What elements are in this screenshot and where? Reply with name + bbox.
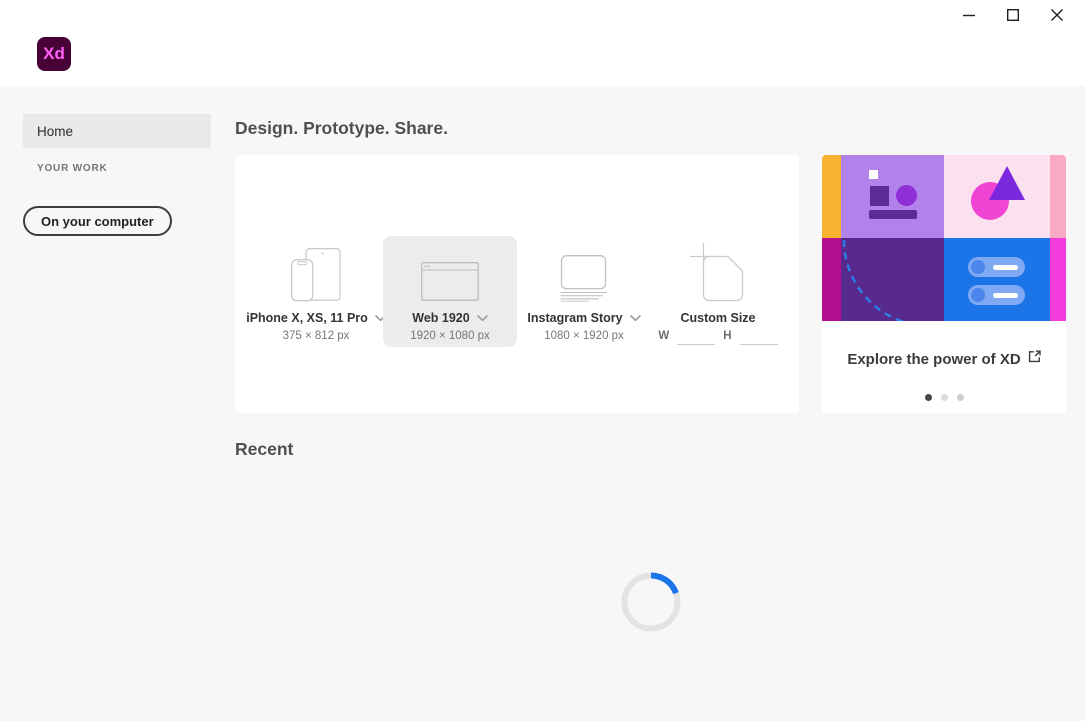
toggle-dash bbox=[993, 292, 1018, 298]
close-button[interactable] bbox=[1035, 0, 1079, 30]
height-input[interactable] bbox=[739, 329, 778, 345]
artwork-toggle-1 bbox=[968, 257, 1025, 277]
on-your-computer-button[interactable]: On your computer bbox=[23, 206, 172, 236]
window-controls bbox=[947, 0, 1079, 30]
browser-window-icon bbox=[383, 236, 517, 302]
adobe-xd-logo-text: Xd bbox=[43, 44, 65, 63]
recent-section-title: Recent bbox=[235, 439, 294, 459]
explore-xd-label: Explore the power of XD bbox=[847, 350, 1021, 368]
toggle-dash bbox=[993, 264, 1018, 270]
artwork-toggle-2 bbox=[968, 285, 1025, 305]
adobe-xd-logo: Xd bbox=[37, 37, 71, 71]
promo-artwork bbox=[822, 155, 1066, 321]
external-link-icon bbox=[1028, 350, 1041, 368]
template-iphone[interactable]: iPhone X, XS, 11 Pro 375 × 812 px bbox=[246, 236, 386, 347]
template-custom-label: Custom Size bbox=[680, 311, 756, 325]
on-your-computer-label: On your computer bbox=[41, 213, 154, 229]
width-label: W bbox=[658, 330, 670, 342]
template-web-1920[interactable]: Web 1920 1920 × 1080 px bbox=[383, 236, 517, 347]
template-instagram-story[interactable]: Instagram Story 1080 × 1920 px bbox=[517, 236, 651, 347]
sidebar-section-your-work: YOUR WORK bbox=[37, 163, 108, 174]
close-icon bbox=[1050, 8, 1064, 22]
template-iphone-label: iPhone X, XS, 11 Pro bbox=[246, 311, 368, 325]
template-instagram-label: Instagram Story bbox=[527, 311, 623, 325]
new-document-panel: iPhone X, XS, 11 Pro 375 × 812 px Web 19… bbox=[235, 155, 799, 413]
width-input[interactable] bbox=[677, 329, 716, 345]
maximize-icon bbox=[1006, 8, 1020, 22]
carousel-dot[interactable] bbox=[940, 394, 948, 401]
recent-loading-spinner bbox=[621, 572, 681, 632]
phone-tablet-icon bbox=[249, 236, 383, 302]
page-title: Design. Prototype. Share. bbox=[235, 118, 448, 138]
template-custom-size[interactable]: Custom Size W H bbox=[651, 236, 785, 347]
story-screen-icon bbox=[517, 236, 651, 302]
sidebar-home-label: Home bbox=[37, 123, 74, 139]
template-web-label: Web 1920 bbox=[412, 311, 470, 325]
toggle-knob bbox=[971, 288, 985, 302]
carousel-dot[interactable] bbox=[956, 394, 964, 401]
custom-document-icon bbox=[651, 236, 785, 302]
template-iphone-size: 375 × 812 px bbox=[282, 330, 350, 342]
minimize-icon bbox=[962, 8, 976, 22]
minimize-button[interactable] bbox=[947, 0, 991, 30]
explore-xd-link[interactable]: Explore the power of XD bbox=[822, 350, 1066, 368]
chevron-down-icon[interactable] bbox=[629, 309, 641, 327]
template-web-size: 1920 × 1080 px bbox=[410, 330, 490, 342]
chevron-down-icon[interactable] bbox=[476, 309, 488, 327]
carousel-dots bbox=[822, 394, 1066, 401]
artwork-dashed-arc bbox=[842, 239, 906, 321]
sidebar-item-home[interactable]: Home bbox=[23, 114, 211, 148]
toggle-knob bbox=[971, 260, 985, 274]
maximize-button[interactable] bbox=[991, 0, 1035, 30]
explore-xd-card[interactable]: Explore the power of XD bbox=[822, 155, 1066, 413]
carousel-dot-active[interactable] bbox=[924, 394, 932, 401]
height-label: H bbox=[723, 330, 732, 342]
titlebar: Xd bbox=[0, 0, 1085, 86]
template-instagram-size: 1080 × 1920 px bbox=[544, 330, 624, 342]
